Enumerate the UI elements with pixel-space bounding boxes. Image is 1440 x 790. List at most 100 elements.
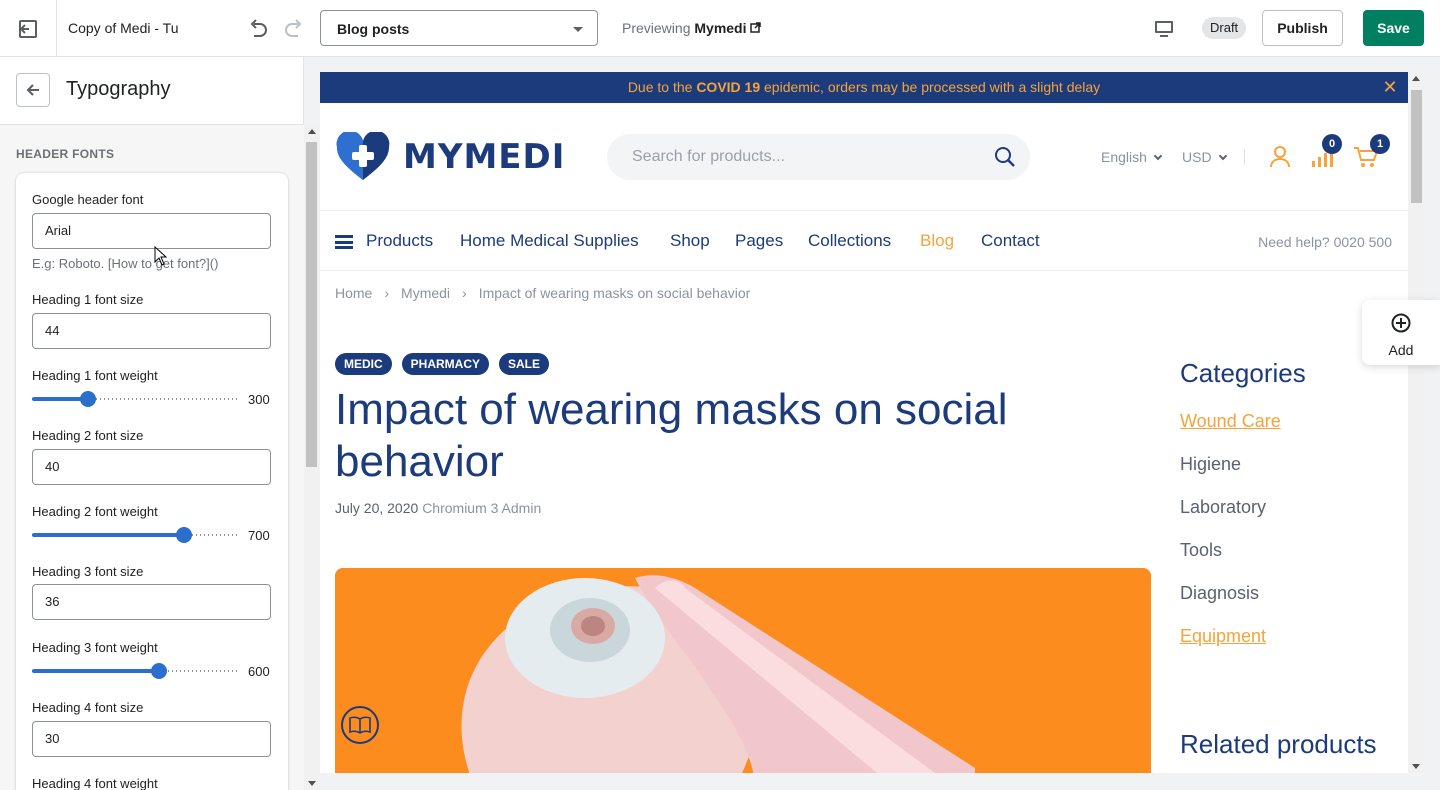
breadcrumb-home[interactable]: Home [335,285,372,301]
theme-name: Copy of Medi - Tu [68,20,179,36]
announcement-pre: Due to the [627,79,697,95]
h1-weight-value: 300 [248,392,270,407]
add-label: Add [1388,342,1414,358]
tag-pharmacy[interactable]: PHARMACY [401,353,490,375]
close-icon[interactable]: ✕ [1382,78,1398,96]
compare-count-badge: 0 [1322,134,1342,154]
page-template-select[interactable]: Blog posts [320,10,598,46]
search-placeholder: Search for products... [632,148,785,165]
breadcrumb: Home › Mymedi › Impact of wearing masks on s… [335,285,750,301]
announcement-bar: Due to the COVID 19 epidemic, orders may… [320,72,1408,103]
nav-products[interactable]: Products [366,231,433,251]
store-preview: Due to the COVID 19 epidemic, orders may… [320,72,1408,773]
slider-thumb[interactable] [175,527,192,543]
nav-blog[interactable]: Blog [920,231,954,251]
slider-fill [32,669,159,673]
post-hero-image [335,568,1151,773]
category-diagnosis[interactable]: Diagnosis [1180,583,1259,604]
announcement-bold: COVID 19 [696,79,761,95]
scrollbar-thumb[interactable] [1411,90,1422,203]
currency-selector[interactable]: USD [1182,149,1227,165]
google-font-label: Google header font [32,192,144,207]
h4-weight-label: Heading 4 font weight [32,776,158,790]
back-button[interactable] [16,73,50,107]
language-selector[interactable]: English [1101,149,1163,165]
h3-weight-slider[interactable] [32,663,240,679]
editor-topbar: Copy of Medi - Tu Blog posts Previewing … [0,0,1440,57]
store-logo[interactable]: MYMEDI [335,132,565,182]
category-equipment[interactable]: Equipment [1180,626,1266,647]
post-author[interactable]: Chromium 3 Admin [422,500,541,516]
h1-weight-slider[interactable] [32,391,240,407]
exit-icon [19,19,37,38]
preview-scrollbar[interactable] [1408,72,1424,773]
chevron-down-icon [1153,151,1163,161]
undo-icon [250,19,267,37]
external-link-icon [750,22,762,33]
h3-weight-value: 600 [248,664,270,679]
h2-size-input[interactable]: 40 [32,449,271,485]
scrollbar-thumb[interactable] [306,142,317,467]
nav-collections[interactable]: Collections [808,231,891,251]
related-products-title: Related products [1180,729,1377,759]
cart-count-badge: 1 [1370,134,1390,154]
add-section-button[interactable]: Add [1362,300,1440,365]
search-icon[interactable] [994,146,1016,168]
h1-size-label: Heading 1 font size [32,292,144,307]
h2-weight-value: 700 [248,528,270,543]
scroll-up-icon[interactable] [1412,76,1420,81]
nav-home-medical-supplies[interactable]: Home Medical Supplies [460,231,639,251]
h1-size-input[interactable]: 44 [32,313,271,349]
plus-circle-icon [1391,313,1411,333]
save-button[interactable]: Save [1363,10,1424,46]
undo-button[interactable] [244,15,272,43]
previewing-link[interactable]: Previewing Mymedi [622,20,762,36]
desktop-view-button[interactable] [1150,15,1178,43]
scroll-down-icon[interactable] [1412,764,1420,769]
settings-card: Google header font Arial E.g: Roboto. [H… [16,173,288,790]
google-font-input[interactable]: Arial [32,213,271,249]
exit-button[interactable] [0,0,57,57]
book-icon [341,706,379,744]
publish-button[interactable]: Publish [1262,10,1343,46]
sidebar-title: Typography [66,78,171,100]
category-higiene[interactable]: Higiene [1180,454,1241,475]
sidebar-scrollbar[interactable] [304,125,319,790]
scroll-down-icon[interactable] [308,781,316,786]
nav-contact[interactable]: Contact [981,231,1040,251]
menu-icon[interactable] [335,235,353,249]
h4-size-input[interactable]: 30 [32,721,271,757]
main-navigation: Products Home Medical Supplies Shop Page… [320,210,1408,271]
sidebar-header: Typography [0,57,304,125]
h1-weight-label: Heading 1 font weight [32,368,158,383]
category-laboratory[interactable]: Laboratory [1180,497,1266,518]
h3-size-input[interactable]: 36 [32,584,271,620]
breadcrumb-separator: › [462,285,467,301]
nav-pages[interactable]: Pages [735,231,783,251]
nav-shop[interactable]: Shop [670,231,710,251]
tag-medic[interactable]: MEDIC [335,353,392,375]
arrow-left-icon [26,84,39,96]
redo-button[interactable] [280,15,308,43]
h2-weight-slider[interactable] [32,527,240,543]
post-meta: July 20, 2020 Chromium 3 Admin [335,500,541,516]
slider-thumb[interactable] [80,391,97,407]
category-wound-care[interactable]: Wound Care [1180,411,1281,432]
scroll-up-icon[interactable] [308,129,316,134]
user-icon[interactable] [1268,145,1292,169]
categories-title: Categories [1180,358,1306,388]
draft-status-badge: Draft [1202,17,1247,39]
breadcrumb-blog[interactable]: Mymedi [401,285,450,301]
redo-icon [285,19,302,37]
mouse-cursor-icon [154,246,168,266]
chevron-down-icon [1218,151,1227,161]
header-divider [1244,149,1245,165]
slider-thumb[interactable] [150,663,167,679]
settings-sidebar: Typography HEADER FONTS Google header fo… [0,57,304,790]
category-tools[interactable]: Tools [1180,540,1222,561]
breadcrumb-separator: › [384,285,390,301]
tag-sale[interactable]: SALE [499,353,550,375]
h4-size-label: Heading 4 font size [32,700,144,715]
product-search[interactable]: Search for products... [607,134,1030,180]
slider-fill [32,533,184,537]
